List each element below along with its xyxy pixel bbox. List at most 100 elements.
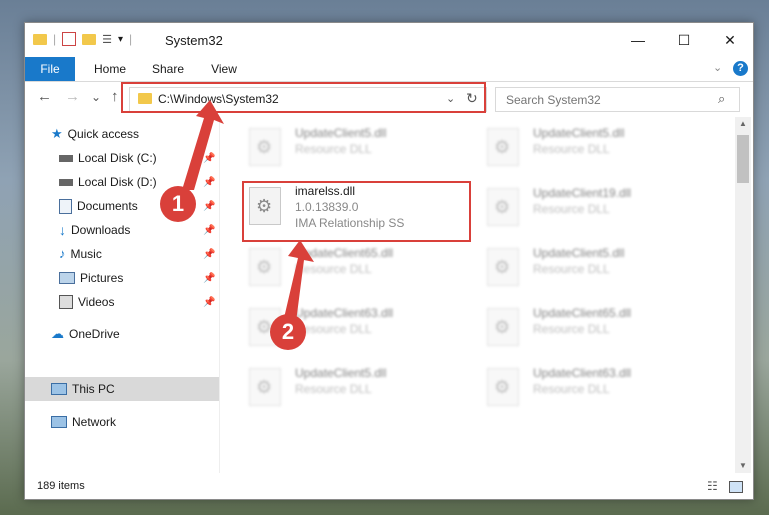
minimize-button[interactable]: — — [615, 23, 661, 57]
scroll-thumb[interactable] — [737, 135, 749, 183]
sidebar-item-label: Network — [72, 415, 117, 429]
sidebar-item-documents[interactable]: Documents — [59, 195, 138, 217]
dll-file-icon — [487, 128, 519, 166]
search-input[interactable] — [504, 91, 708, 109]
sidebar-item-this-pc-content[interactable]: This PC — [51, 378, 115, 400]
quick-access-toolbar: | ☰ ▾ | — [33, 32, 132, 46]
chevron-down-icon[interactable]: ▾ — [118, 34, 123, 45]
item-count: 189 items — [37, 480, 85, 492]
pin-icon[interactable]: 📌 — [203, 225, 215, 236]
pin-icon[interactable]: 📌 — [203, 249, 215, 260]
drive-icon — [59, 154, 73, 162]
dll-file-icon — [249, 368, 281, 406]
file-type: Resource DLL — [533, 322, 610, 336]
sidebar-item-label: This PC — [72, 382, 115, 396]
file-type: Resource DLL — [295, 322, 372, 336]
music-icon: ♪ — [59, 246, 66, 261]
sidebar-item-pictures[interactable]: Pictures — [59, 267, 123, 289]
chevron-down-icon[interactable]: ⌄ — [713, 61, 722, 74]
list-item[interactable]: UpdateClient5.dll Resource DLL — [479, 121, 699, 171]
window-title: System32 — [165, 33, 223, 48]
properties-icon[interactable] — [62, 32, 77, 46]
sidebar-item-local-disk-d[interactable]: Local Disk (D:) — [59, 171, 157, 193]
ribbon-tabs: File Home Share View ⌄ ? — [25, 57, 753, 82]
search-icon[interactable]: ⌕ — [718, 91, 725, 107]
status-bar: 189 items ☷ — [25, 475, 753, 499]
vertical-scrollbar[interactable]: ▲ ▼ — [735, 117, 751, 473]
list-item[interactable]: UpdateClient19.dll Resource DLL — [479, 181, 699, 231]
pictures-icon — [59, 272, 75, 284]
sidebar-item-music[interactable]: ♪ Music — [59, 243, 102, 265]
maximize-button[interactable]: ☐ — [661, 23, 707, 57]
forward-button[interactable]: → — [65, 88, 80, 105]
pin-icon[interactable]: 📌 — [203, 177, 215, 188]
list-item[interactable]: UpdateClient63.dll Resource DLL — [479, 361, 699, 411]
pin-icon[interactable]: 📌 — [203, 273, 215, 284]
tab-file[interactable]: File — [25, 57, 75, 81]
scroll-up-arrow[interactable]: ▲ — [739, 119, 747, 128]
help-icon[interactable]: ? — [733, 61, 748, 76]
pin-icon[interactable]: 📌 — [203, 201, 215, 212]
file-name: UpdateClient63.dll — [295, 306, 394, 320]
up-button[interactable]: ↑ — [111, 88, 119, 105]
pin-icon[interactable]: 📌 — [203, 153, 215, 164]
recent-locations-button[interactable]: ⌄ — [91, 90, 101, 104]
sidebar-item-label: Pictures — [80, 271, 124, 285]
dll-file-icon — [249, 248, 281, 286]
file-type: Resource DLL — [295, 142, 372, 156]
file-name: UpdateClient65.dll — [295, 246, 394, 260]
details-view-icon[interactable]: ☷ — [707, 479, 718, 493]
file-highlight — [242, 181, 471, 242]
sidebar-item-label: Videos — [78, 295, 115, 309]
folder-icon[interactable] — [33, 33, 47, 45]
tab-share[interactable]: Share — [143, 57, 193, 81]
list-item[interactable]: UpdateClient65.dll Resource DLL — [479, 301, 699, 351]
list-item[interactable]: UpdateClient5.dll Resource DLL — [479, 241, 699, 291]
sidebar-item-onedrive[interactable]: ☁ OneDrive — [51, 323, 120, 345]
list-item[interactable]: UpdateClient5.dll Resource DLL — [241, 361, 461, 411]
pin-icon[interactable]: 📌 — [203, 297, 215, 308]
file-name: UpdateClient19.dll — [533, 186, 632, 200]
sidebar-item-label: Music — [70, 247, 102, 261]
step-1-badge: 1 — [160, 186, 196, 222]
dll-file-icon — [487, 188, 519, 226]
separator: | — [53, 32, 57, 46]
list-item[interactable]: UpdateClient65.dll Resource DLL — [241, 241, 461, 291]
downloads-icon: ↓ — [59, 222, 66, 238]
drive-icon — [59, 178, 73, 186]
sidebar-item-label: OneDrive — [69, 327, 120, 341]
tab-home[interactable]: Home — [85, 57, 135, 81]
file-name: UpdateClient5.dll — [533, 246, 625, 260]
dll-file-icon — [249, 128, 281, 166]
separator: | — [129, 32, 133, 46]
sidebar-item-label: Local Disk (D:) — [78, 175, 157, 189]
sidebar-item-network[interactable]: Network — [51, 411, 116, 433]
back-button[interactable]: ← — [37, 88, 52, 105]
tab-view[interactable]: View — [199, 57, 249, 81]
file-name: UpdateClient5.dll — [295, 366, 387, 380]
view-icon[interactable]: ☰ — [102, 33, 112, 46]
sidebar-item-videos[interactable]: Videos — [59, 291, 114, 313]
computer-icon — [51, 383, 67, 395]
sidebar-item-label: Quick access — [67, 127, 140, 141]
large-icons-view-icon[interactable] — [729, 481, 743, 493]
documents-icon — [59, 198, 72, 214]
list-item[interactable]: UpdateClient5.dll Resource DLL — [241, 121, 461, 171]
sidebar-item-label: Downloads — [71, 223, 131, 237]
cloud-icon: ☁ — [51, 326, 64, 341]
file-name: UpdateClient65.dll — [533, 306, 632, 320]
dll-file-icon — [487, 368, 519, 406]
new-folder-icon[interactable] — [82, 33, 97, 45]
sidebar-item-local-disk-c[interactable]: Local Disk (C:) — [59, 147, 157, 169]
file-type: Resource DLL — [533, 262, 610, 276]
file-type: Resource DLL — [533, 382, 610, 396]
scroll-down-arrow[interactable]: ▼ — [739, 461, 747, 470]
navigation-pane: ★ Quick access Local Disk (C:) 📌 Local D… — [25, 117, 220, 473]
file-list: UpdateClient5.dll Resource DLL imarelss.… — [221, 117, 735, 473]
close-button[interactable]: ✕ — [707, 23, 753, 57]
title-bar: | ☰ ▾ | System32 — ☐ ✕ — [25, 23, 753, 57]
file-name: UpdateClient63.dll — [533, 366, 632, 380]
sidebar-item-downloads[interactable]: ↓ Downloads — [59, 219, 130, 241]
sidebar-item-quick-access[interactable]: ★ Quick access — [51, 123, 139, 145]
search-box[interactable]: ⌕ — [495, 87, 740, 112]
